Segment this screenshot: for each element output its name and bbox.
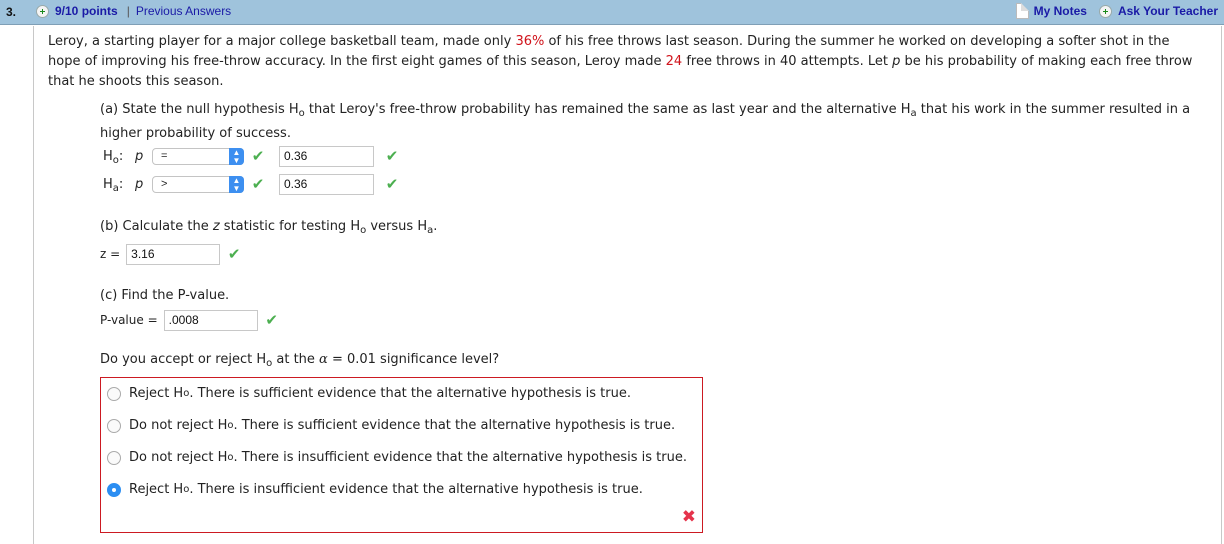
ha-operator-select[interactable]: > ▲ ▼ <box>152 175 244 193</box>
text: hope of improving his free-throw accurac… <box>48 54 666 69</box>
part-d-prompt: Do you accept or reject Ho at the α = 0.… <box>100 352 500 369</box>
expand-plus-icon[interactable] <box>36 4 49 18</box>
problem-line-1: Leroy, a starting player for a major col… <box>48 32 1213 52</box>
points-link[interactable]: 9/10 points <box>55 4 118 18</box>
check-icon: ✔ <box>265 311 278 329</box>
h0-label: Ho: <box>103 148 124 166</box>
check-icon: ✔ <box>385 175 399 193</box>
text: of his free throws last season. During t… <box>544 34 1170 49</box>
text: (a) State the null hypothesis H <box>100 102 299 117</box>
alt-hypothesis-row: Ha: p > ▲ ▼ ✔ 0.36 ✔ <box>103 173 402 195</box>
part-b-prompt: (b) Calculate the z statistic for testin… <box>100 219 438 236</box>
h0-value-input[interactable]: 0.36 <box>279 145 374 167</box>
choice-option[interactable]: Do not reject Ho. There is sufficient ev… <box>107 418 675 433</box>
z-input[interactable]: 3.16 <box>126 243 221 265</box>
text: higher probability of success. <box>100 126 291 141</box>
ask-teacher-link[interactable]: Ask Your Teacher <box>1118 4 1218 18</box>
left-divider <box>33 26 34 544</box>
text: that his work in the summer resulted in … <box>916 102 1191 117</box>
incorrect-x-icon: ✖ <box>681 507 696 527</box>
radio-button-selected[interactable] <box>107 482 121 497</box>
choice-option-selected[interactable]: Reject Ho. There is insufficient evidenc… <box>107 482 643 497</box>
part-c-prompt: (c) Find the P-value. <box>100 288 230 303</box>
note-icon[interactable] <box>1015 3 1029 19</box>
header-actions: My Notes Ask Your Teacher <box>1015 3 1218 19</box>
ask-plus-icon[interactable] <box>1098 4 1112 18</box>
problem-statement: Leroy, a starting player for a major col… <box>48 32 1213 92</box>
previous-answers-link[interactable]: Previous Answers <box>136 4 231 18</box>
my-notes-link[interactable]: My Notes <box>1034 4 1087 18</box>
ha-label: Ha: <box>103 176 124 194</box>
pvalue-row: P-value = .0008 ✔ <box>100 309 282 331</box>
text: that Leroy's free-throw probability has … <box>304 102 911 117</box>
answer-choices: Reject Ho. There is sufficient evidence … <box>100 377 703 533</box>
selected-operator: > <box>161 177 168 190</box>
pvalue-input[interactable]: .0008 <box>163 309 258 331</box>
select-arrows-icon[interactable]: ▲ ▼ <box>229 175 244 193</box>
text: be his probability of making each free t… <box>900 54 1193 69</box>
choice-option[interactable]: Do not reject Ho. There is insufficient … <box>107 450 687 465</box>
highlight-made: 24 <box>665 54 683 69</box>
radio-button[interactable] <box>107 418 121 433</box>
radio-button[interactable] <box>107 450 121 465</box>
ha-var: p <box>135 176 144 192</box>
check-icon: ✔ <box>251 175 265 193</box>
z-label: z = <box>100 247 121 261</box>
text: free throws in 40 attempts. Let <box>682 54 893 69</box>
question-header: 3. 9/10 points | Previous Answers My Not… <box>0 0 1224 25</box>
null-hypothesis-row: Ho: p = ▲ ▼ ✔ 0.36 ✔ <box>103 145 402 167</box>
problem-line-2: hope of improving his free-throw accurac… <box>48 52 1213 72</box>
separator: | <box>126 4 130 18</box>
right-divider <box>1221 26 1222 544</box>
choice-option[interactable]: Reject Ho. There is sufficient evidence … <box>107 386 631 401</box>
check-icon: ✔ <box>227 245 241 263</box>
select-arrows-icon[interactable]: ▲ ▼ <box>229 147 244 165</box>
part-a-prompt: (a) State the null hypothesis Ho that Le… <box>100 98 1210 146</box>
h0-operator-select[interactable]: = ▲ ▼ <box>152 147 244 165</box>
text: Leroy, a starting player for a major col… <box>48 34 516 49</box>
check-icon: ✔ <box>251 147 265 165</box>
selected-operator: = <box>161 149 168 162</box>
question-number: 3. <box>6 5 17 19</box>
ha-value-input[interactable]: 0.36 <box>279 173 374 195</box>
radio-button[interactable] <box>107 386 121 401</box>
check-icon: ✔ <box>385 147 399 165</box>
pvalue-label: P-value = <box>100 313 158 327</box>
z-row: z = 3.16 ✔ <box>100 243 244 265</box>
points-area: 9/10 points | Previous Answers <box>36 4 231 18</box>
highlight-percent: 36% <box>515 34 545 49</box>
h0-var: p <box>135 148 144 164</box>
problem-line-3: that he shoots this season. <box>48 74 224 89</box>
